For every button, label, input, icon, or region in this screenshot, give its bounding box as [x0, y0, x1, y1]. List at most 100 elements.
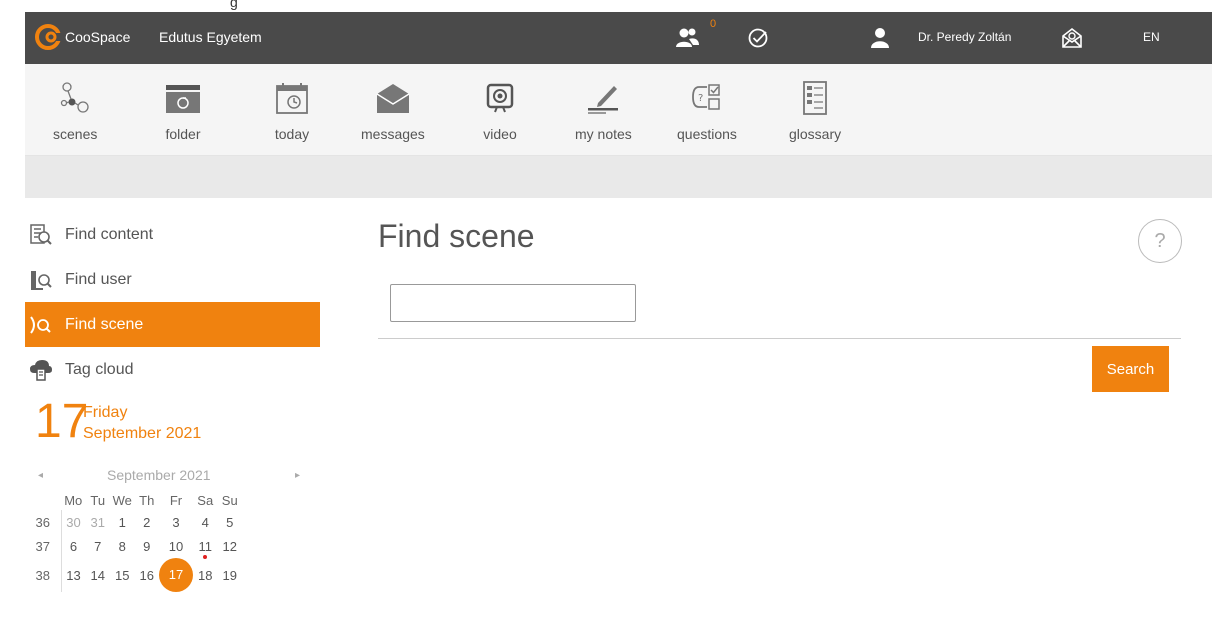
tool-messages-label: messages — [361, 126, 425, 142]
coospace-logo-icon[interactable] — [35, 24, 62, 50]
tasks-check-icon[interactable] — [745, 25, 771, 51]
weekday-header: Fr — [169, 492, 183, 508]
svg-text:?: ? — [698, 93, 703, 104]
sidebar-item-label: Tag cloud — [65, 360, 134, 378]
sidebar-item-find-content[interactable]: Find content — [25, 212, 320, 257]
sidebar: Find content Find user Find scene Tag cl… — [25, 212, 320, 392]
tag-cloud-icon — [29, 359, 65, 381]
tool-today-label: today — [274, 126, 310, 142]
calendar-day-event-label: 11 — [198, 538, 213, 554]
calendar-day[interactable]: 9 — [135, 534, 160, 558]
calendar-day[interactable]: 10 — [159, 534, 193, 558]
weekday-header: Tu — [90, 492, 106, 508]
sidebar-item-find-scene[interactable]: Find scene — [25, 302, 320, 347]
find-scene-icon — [29, 314, 65, 336]
sidebar-item-tag-cloud[interactable]: Tag cloud — [25, 347, 320, 392]
calendar-day[interactable]: 4 — [193, 510, 218, 534]
video-icon — [480, 78, 520, 118]
calendar-prev-icon[interactable]: ◂ — [38, 470, 43, 481]
calendar-week-row: 36 30 31 1 2 3 4 5 — [25, 510, 242, 534]
tool-glossary[interactable]: glossary — [789, 78, 841, 148]
school-name[interactable]: Edutus Egyetem — [159, 29, 262, 45]
tool-today[interactable]: today — [272, 78, 312, 148]
calendar-day[interactable]: 2 — [135, 510, 160, 534]
tool-glossary-label: glossary — [789, 126, 842, 142]
calendar-day-event[interactable]: 11 — [193, 534, 218, 558]
weekday-header: Th — [139, 492, 155, 508]
calendar-month-title: September 2021 — [107, 467, 211, 483]
brand-name[interactable]: CooSpace — [65, 29, 130, 45]
week-number-header — [25, 490, 61, 510]
calendar-day[interactable]: 16 — [135, 558, 160, 592]
calendar-day-selected[interactable]: 17 — [159, 558, 193, 592]
calendar-day[interactable]: 7 — [86, 534, 111, 558]
calendar-grid: Mo Tu We Th Fr Sa Su 36 30 31 1 2 3 4 5 … — [25, 490, 242, 592]
calendar-day[interactable]: 3 — [159, 510, 193, 534]
tool-folder[interactable]: folder — [163, 78, 203, 148]
notes-icon — [583, 78, 623, 118]
calendar-day[interactable]: 19 — [218, 558, 243, 592]
current-weekday: Friday — [83, 404, 128, 421]
sidebar-item-find-user[interactable]: Find user — [25, 257, 320, 302]
current-month-year: September 2021 — [83, 425, 202, 442]
calendar-next-icon[interactable]: ▸ — [295, 470, 300, 481]
current-day-number: 17 — [35, 395, 89, 448]
calendar-day[interactable]: 8 — [110, 534, 135, 558]
calendar-nav: ◂ September 2021 ▸ — [25, 466, 320, 490]
top-strip: g — [0, 0, 1226, 12]
header-bar: CooSpace Edutus Egyetem 0 Dr. Peredy Zol… — [25, 12, 1212, 64]
weekday-header: Mo — [64, 492, 83, 508]
window-title-fragment: g — [230, 0, 238, 10]
questions-icon: ? — [687, 78, 727, 118]
weekday-header: Sa — [197, 492, 214, 508]
message-envelope-icon[interactable] — [1059, 25, 1085, 51]
user-icon[interactable] — [867, 25, 893, 51]
toolbar: scenes folder today messages video my no… — [25, 64, 1212, 156]
current-date: 17 Friday September 2021 — [35, 395, 325, 448]
calendar-day[interactable]: 13 — [61, 558, 86, 592]
messages-icon — [373, 78, 413, 118]
tool-scenes[interactable]: scenes — [53, 78, 97, 148]
language-switch[interactable]: EN — [1143, 30, 1160, 44]
calendar-day[interactable]: 31 — [86, 510, 111, 534]
calendar-weekday-row: Mo Tu We Th Fr Sa Su — [25, 490, 242, 510]
subheader-bar — [25, 156, 1212, 198]
users-icon[interactable] — [675, 25, 701, 51]
tool-video[interactable]: video — [480, 78, 520, 148]
folder-icon — [163, 78, 203, 118]
calendar-day[interactable]: 5 — [218, 510, 243, 534]
tool-video-label: video — [483, 126, 517, 142]
week-number: 38 — [25, 558, 62, 592]
user-name[interactable]: Dr. Peredy Zoltán — [918, 30, 1011, 44]
weekday-header: Su — [221, 492, 238, 508]
calendar-day[interactable]: 6 — [61, 534, 86, 558]
calendar-day[interactable]: 14 — [86, 558, 111, 592]
scenes-icon — [55, 78, 95, 118]
find-content-icon — [29, 223, 65, 246]
today-icon — [272, 78, 312, 118]
calendar-day[interactable]: 15 — [110, 558, 135, 592]
calendar: ◂ September 2021 ▸ Mo Tu We Th Fr Sa Su … — [25, 466, 320, 592]
help-button[interactable]: ? — [1138, 219, 1182, 263]
calendar-day[interactable]: 12 — [218, 534, 243, 558]
search-button[interactable]: Search — [1092, 346, 1169, 392]
page-title: Find scene — [378, 218, 535, 254]
calendar-day[interactable]: 1 — [110, 510, 135, 534]
tool-folder-label: folder — [165, 126, 201, 142]
calendar-week-row: 37 6 7 8 9 10 11 12 — [25, 534, 242, 558]
calendar-day[interactable]: 30 — [61, 510, 86, 534]
tool-scenes-label: scenes — [53, 126, 98, 142]
tool-messages[interactable]: messages — [361, 78, 425, 148]
weekday-header: We — [112, 492, 132, 508]
scene-search-input[interactable] — [390, 284, 636, 322]
calendar-day[interactable]: 18 — [193, 558, 218, 592]
glossary-icon — [795, 78, 835, 118]
sidebar-item-label: Find content — [65, 225, 154, 243]
tool-my-notes[interactable]: my notes — [575, 78, 632, 148]
tool-my-notes-label: my notes — [575, 126, 632, 142]
tool-questions[interactable]: ? questions — [677, 78, 737, 148]
tool-questions-label: questions — [677, 126, 737, 142]
sidebar-item-label: Find scene — [65, 315, 144, 333]
find-user-icon — [29, 269, 65, 291]
week-number: 36 — [25, 510, 62, 534]
